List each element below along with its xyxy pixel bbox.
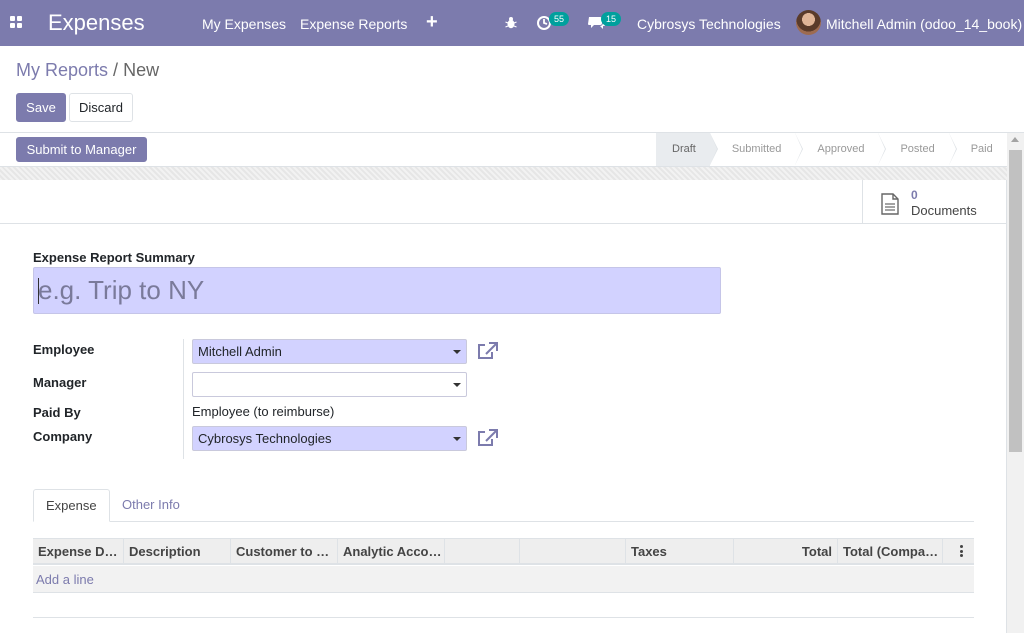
column-description[interactable]: Description <box>124 539 231 564</box>
button-box-row <box>0 180 1007 224</box>
summary-label: Expense Report Summary <box>33 250 195 265</box>
employee-value: Mitchell Admin <box>198 344 282 359</box>
app-title[interactable]: Expenses <box>48 10 145 36</box>
stage-submitted[interactable]: Submitted <box>710 133 803 166</box>
label-separator <box>183 339 184 459</box>
company-switcher[interactable]: Cybrosys Technologies <box>637 16 781 32</box>
stage-posted[interactable]: Posted <box>878 133 957 166</box>
bug-icon[interactable] <box>505 16 517 29</box>
stage-approved[interactable]: Approved <box>795 133 887 166</box>
column-blank-1[interactable] <box>445 539 520 564</box>
scroll-up-arrow-icon[interactable] <box>1011 137 1019 142</box>
user-avatar[interactable] <box>796 10 821 35</box>
top-navbar: Expenses My Expenses Expense Reports + 5… <box>0 0 1024 46</box>
company-value: Cybrosys Technologies <box>198 431 332 446</box>
documents-count: 0 <box>911 188 918 202</box>
column-customer[interactable]: Customer to … <box>231 539 338 564</box>
tab-expense[interactable]: Expense <box>33 489 110 522</box>
column-analytic-account[interactable]: Analytic Acco… <box>338 539 445 564</box>
column-total-company[interactable]: Total (Compa… <box>838 539 943 564</box>
apps-menu-icon[interactable] <box>10 16 22 28</box>
text-cursor <box>38 278 39 304</box>
status-stages: Draft Submitted Approved Posted Paid <box>656 133 1007 166</box>
column-blank-2[interactable] <box>520 539 626 564</box>
column-taxes[interactable]: Taxes <box>626 539 734 564</box>
manager-label: Manager <box>33 375 87 390</box>
save-button[interactable]: Save <box>16 93 66 122</box>
chevron-down-icon[interactable] <box>453 437 461 441</box>
messages-badge: 15 <box>601 12 622 26</box>
breadcrumb: My Reports / New <box>16 60 159 81</box>
add-line-link[interactable]: Add a line <box>36 572 94 587</box>
submit-to-manager-button[interactable]: Submit to Manager <box>16 137 147 162</box>
plus-icon[interactable]: + <box>426 11 438 34</box>
table-bottom-border <box>33 617 974 618</box>
chevron-down-icon[interactable] <box>453 383 461 387</box>
stage-draft[interactable]: Draft <box>656 133 718 166</box>
sheet-background <box>0 167 1007 180</box>
menu-my-expenses[interactable]: My Expenses <box>202 16 286 32</box>
employee-field[interactable]: Mitchell Admin <box>192 339 467 364</box>
manager-field[interactable] <box>192 372 467 397</box>
user-menu[interactable]: Mitchell Admin (odoo_14_book) <box>826 16 1022 32</box>
column-total[interactable]: Total <box>734 539 838 564</box>
column-expense-date[interactable]: Expense D… <box>33 539 124 564</box>
documents-label: Documents <box>911 203 977 218</box>
activity-badge: 55 <box>549 12 570 26</box>
external-link-icon[interactable] <box>478 342 498 360</box>
breadcrumb-parent[interactable]: My Reports <box>16 60 108 80</box>
scrollbar-thumb[interactable] <box>1009 150 1022 452</box>
paid-by-label: Paid By <box>33 405 81 420</box>
discard-button[interactable]: Discard <box>69 93 133 122</box>
tab-other-info[interactable]: Other Info <box>110 489 192 522</box>
breadcrumb-current: New <box>123 60 160 80</box>
optional-columns-icon[interactable] <box>960 545 963 557</box>
breadcrumb-separator: / <box>113 60 119 80</box>
table-header: Expense D… Description Customer to … Ana… <box>33 538 974 565</box>
company-label: Company <box>33 429 93 444</box>
external-link-icon[interactable] <box>478 429 498 447</box>
company-field[interactable]: Cybrosys Technologies <box>192 426 467 451</box>
chevron-down-icon[interactable] <box>453 350 461 354</box>
stage-paid[interactable]: Paid <box>949 133 1007 166</box>
paid-by-value: Employee (to reimburse) <box>192 404 335 419</box>
add-line-row: Add a line <box>33 566 974 593</box>
employee-label: Employee <box>33 342 95 357</box>
document-icon <box>881 193 899 215</box>
documents-smart-button[interactable]: 0 Documents <box>862 180 1007 224</box>
menu-expense-reports[interactable]: Expense Reports <box>300 16 407 32</box>
summary-input[interactable] <box>33 267 721 314</box>
